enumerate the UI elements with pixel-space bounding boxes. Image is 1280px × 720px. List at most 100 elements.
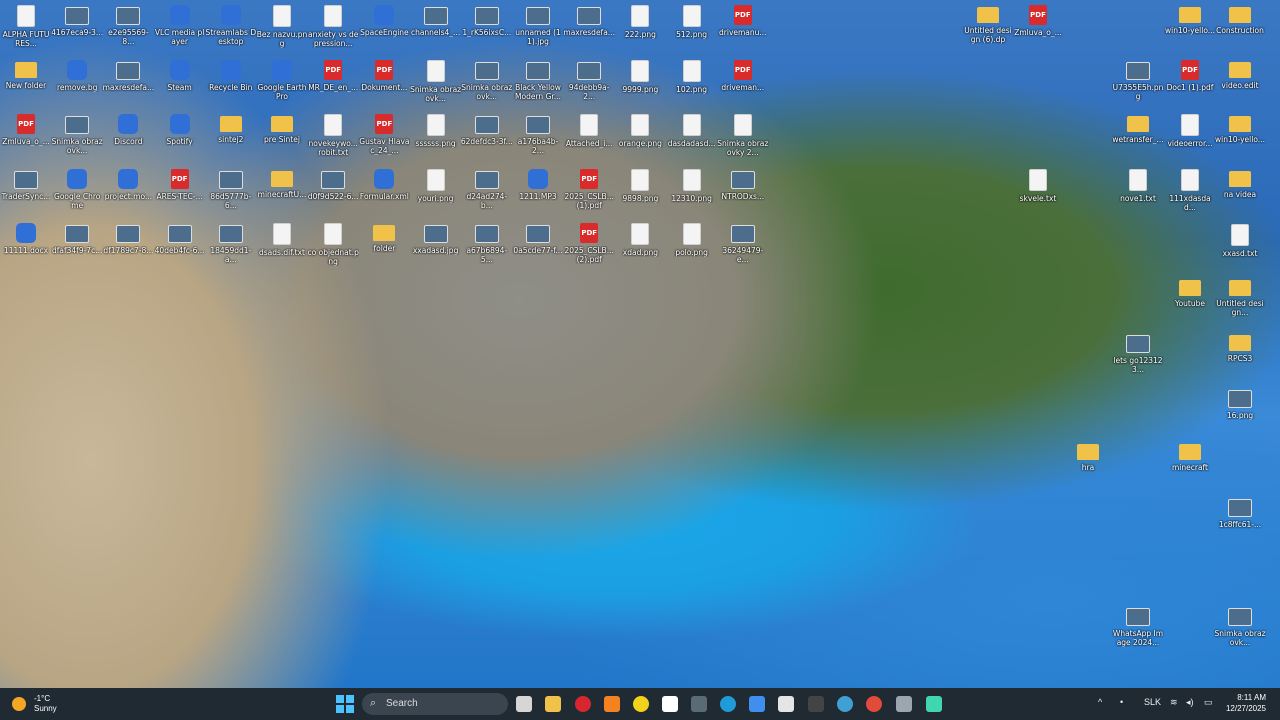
- desktop-icon[interactable]: Youtube: [1164, 276, 1216, 330]
- desktop-icon[interactable]: minecraft: [1164, 440, 1216, 494]
- desktop-icon[interactable]: 102.png: [666, 58, 718, 112]
- desktop-icon[interactable]: a67b6894-5...: [461, 221, 513, 275]
- desktop-icon[interactable]: e2e95569-8...: [102, 3, 154, 57]
- desktop-icon[interactable]: videoerror...: [1164, 112, 1216, 166]
- desktop-icon[interactable]: d24ad274-b...: [461, 167, 513, 221]
- desktop-icon[interactable]: 9898.png: [614, 167, 666, 221]
- desktop-icon[interactable]: a176ba4b-2...: [512, 112, 564, 166]
- desktop-icon[interactable]: Snimka obrazovky 2...: [717, 112, 769, 166]
- desktop-icon[interactable]: RPCS3: [1214, 331, 1266, 385]
- desktop-icon[interactable]: 512.png: [666, 3, 718, 57]
- desktop-icon[interactable]: pre Sintej: [256, 112, 308, 166]
- desktop-icon[interactable]: folder: [358, 221, 410, 275]
- desktop[interactable]: ALPHA FUTURES... 4167eca9-3... e2e95569-8.…: [0, 0, 1280, 688]
- chrome-icon[interactable]: [866, 696, 882, 712]
- desktop-icon[interactable]: Snimka obrazovk...: [410, 58, 462, 112]
- desktop-icon[interactable]: co objednat.png: [307, 221, 359, 275]
- microphone-icon[interactable]: •: [1120, 697, 1123, 707]
- opera-icon[interactable]: [575, 696, 591, 712]
- desktop-icon[interactable]: sintej2: [205, 112, 257, 166]
- desktop-icon[interactable]: d0f9d522-6...: [307, 167, 359, 221]
- desktop-icon[interactable]: 86d5777b-6...: [205, 167, 257, 221]
- desktop-icon[interactable]: orange.png: [614, 112, 666, 166]
- desktop-icon[interactable]: VLC media player: [154, 3, 206, 57]
- desktop-icon[interactable]: nove1.txt: [1112, 167, 1164, 221]
- task-view-icon[interactable]: [516, 696, 532, 712]
- desktop-icon[interactable]: PDF Dokument...: [358, 58, 410, 112]
- desktop-icon[interactable]: win10-yello...: [1214, 112, 1266, 166]
- desktop-icon[interactable]: Snimka obrazovk...: [51, 112, 103, 166]
- browser-icon[interactable]: [837, 696, 853, 712]
- taskbar-search[interactable]: ⌕ Search: [362, 693, 508, 715]
- file-explorer-icon[interactable]: [545, 696, 561, 712]
- desktop-icon[interactable]: Snimka obrazovk...: [1214, 604, 1266, 658]
- desktop-icon[interactable]: SpaceEngine: [358, 3, 410, 57]
- desktop-icon[interactable]: dsads.dif.txt: [256, 221, 308, 275]
- desktop-icon[interactable]: WhatsApp Image 2024...: [1112, 604, 1164, 658]
- desktop-icon[interactable]: xdad.png: [614, 221, 666, 275]
- desktop-icon[interactable]: Google Chrome: [51, 167, 103, 221]
- desktop-icon[interactable]: PDF Zmluva_o_...: [0, 112, 52, 166]
- norton-icon[interactable]: [633, 696, 649, 712]
- desktop-icon[interactable]: U7355E5h.png: [1112, 58, 1164, 112]
- epic-games-icon[interactable]: [662, 696, 678, 712]
- desktop-icon[interactable]: Snimka obrazovk...: [461, 58, 513, 112]
- desktop-icon[interactable]: video.edit: [1214, 58, 1266, 112]
- desktop-icon[interactable]: New folder: [0, 58, 52, 112]
- desktop-icon[interactable]: dasdadasd...: [666, 112, 718, 166]
- desktop-icon[interactable]: PDF 2025_CSLB... (2).pdf: [563, 221, 615, 275]
- app2-icon[interactable]: [778, 696, 794, 712]
- desktop-icon[interactable]: Streamlabs Desktop: [205, 3, 257, 57]
- desktop-icon[interactable]: na videa: [1214, 167, 1266, 221]
- desktop-icon[interactable]: Spotify: [154, 112, 206, 166]
- desktop-icon[interactable]: df1789c7-8...: [102, 221, 154, 275]
- desktop-icon[interactable]: channels4_...: [410, 3, 462, 57]
- volume-icon[interactable]: ◂): [1186, 697, 1194, 708]
- settings-icon[interactable]: [896, 696, 912, 712]
- desktop-icon[interactable]: dfaf34f9-7c...: [51, 221, 103, 275]
- desktop-icon[interactable]: Black Yellow Modern Gr...: [512, 58, 564, 112]
- desktop-icon[interactable]: Google Earth Pro: [256, 58, 308, 112]
- desktop-icon[interactable]: maxresdefa...: [563, 3, 615, 57]
- language-indicator[interactable]: SLK: [1144, 697, 1161, 707]
- desktop-icon[interactable]: ssssss.png: [410, 112, 462, 166]
- desktop-icon[interactable]: PDF Zmluva_o_...: [1012, 3, 1064, 57]
- desktop-icon[interactable]: 40deb4fc-6...: [154, 221, 206, 275]
- desktop-icon[interactable]: 0a5cde77-f...: [512, 221, 564, 275]
- desktop-icon[interactable]: 9999.png: [614, 58, 666, 112]
- desktop-icon[interactable]: ALPHA FUTURES...: [0, 3, 52, 57]
- notepad-icon[interactable]: [749, 696, 765, 712]
- desktop-icon[interactable]: xxasd.txt: [1214, 222, 1266, 276]
- desktop-icon[interactable]: 1c8ffc61-...: [1214, 495, 1266, 549]
- desktop-icon[interactable]: youri.png: [410, 167, 462, 221]
- desktop-icon[interactable]: 94debb9a-2...: [563, 58, 615, 112]
- battery-icon[interactable]: ▭: [1204, 697, 1213, 708]
- desktop-icon[interactable]: PDF 2025_CSLB... (1).pdf: [563, 167, 615, 221]
- desktop-icon[interactable]: Attached_i...: [563, 112, 615, 166]
- desktop-icon[interactable]: 222.png: [614, 3, 666, 57]
- desktop-icon[interactable]: project.mo...: [102, 167, 154, 221]
- desktop-icon[interactable]: 4167eca9-3...: [51, 3, 103, 57]
- desktop-icon[interactable]: PDF ARES-TEC-...: [154, 167, 206, 221]
- desktop-icon[interactable]: 1211.MP3: [512, 167, 564, 221]
- desktop-icon[interactable]: PDF driveman...: [717, 58, 769, 112]
- desktop-icon[interactable]: 18459dd1-a...: [205, 221, 257, 275]
- desktop-icon[interactable]: win10-yello...: [1164, 3, 1216, 57]
- system-clock[interactable]: 8:11 AM 12/27/2025: [1226, 692, 1266, 714]
- desktop-icon[interactable]: Untitled design (6).dp: [962, 3, 1014, 57]
- desktop-icon[interactable]: novekeywo... robit.txt: [307, 112, 359, 166]
- terminal-icon[interactable]: [808, 696, 824, 712]
- desktop-icon[interactable]: 111xdasdad...: [1164, 167, 1216, 221]
- desktop-icon[interactable]: PDF MR_DE_en_...: [307, 58, 359, 112]
- desktop-icon[interactable]: 62defdc3-3f...: [461, 112, 513, 166]
- vlc-icon[interactable]: [604, 696, 620, 712]
- desktop-icon[interactable]: 11111.docx: [0, 221, 52, 275]
- desktop-icon[interactable]: anxiety vs depression...: [307, 3, 359, 57]
- weather-widget[interactable]: -1°C Sunny: [12, 693, 92, 715]
- desktop-icon[interactable]: Formular.xml: [358, 167, 410, 221]
- desktop-icon[interactable]: Construction: [1214, 3, 1266, 57]
- desktop-icon[interactable]: PDF drivemanu...: [717, 3, 769, 57]
- desktop-icon[interactable]: minecraftU...: [256, 167, 308, 221]
- desktop-icon[interactable]: remove.bg: [51, 58, 103, 112]
- desktop-icon[interactable]: Discord: [102, 112, 154, 166]
